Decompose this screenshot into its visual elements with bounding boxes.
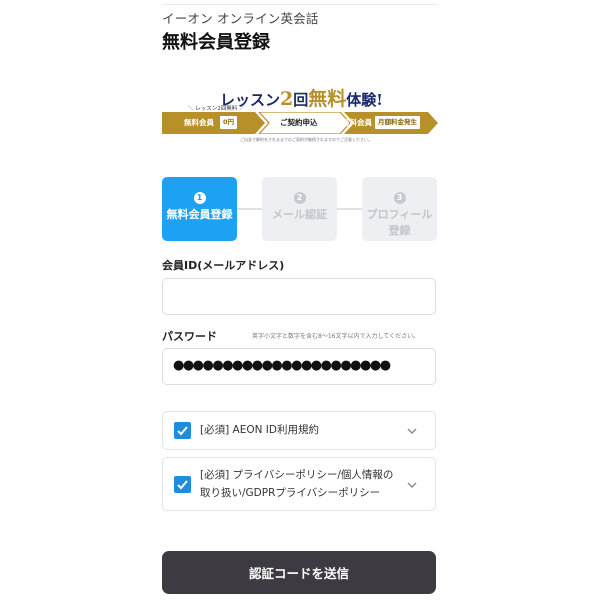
- password-input[interactable]: ●●●●●●●●●●●●●●●●●●●●●●: [162, 348, 436, 385]
- step-label: 無料会員登録: [166, 208, 233, 221]
- pricing-flow: 無料会員 0円 ご契約申込 有料会員 月額料金発生: [162, 112, 438, 134]
- flow-paid-member-fee: 月額料金発生: [375, 116, 420, 129]
- password-hint: 英字小文字と数字を含む8〜16文字以内で入力してください。: [252, 333, 420, 340]
- step-profile-registration: 3 プロフィール登録: [362, 177, 437, 241]
- registration-page: イーオン オンライン英会話 無料会員登録 レッスン2回無料体験! レッスン2回無…: [162, 0, 438, 600]
- step-free-registration: 1 無料会員登録: [162, 177, 237, 241]
- banner-note: ご自身で解約をされるまでのご契約が継続されますのでご注意ください。: [240, 137, 372, 142]
- aeon-terms-checkbox[interactable]: [174, 422, 191, 439]
- flow-free-member-price: 0円: [220, 116, 238, 129]
- step-label: プロフィール登録: [366, 208, 433, 237]
- check-icon: [177, 426, 188, 436]
- member-id-label: 会員ID(メールアドレス): [162, 259, 285, 272]
- privacy-policy-checkbox[interactable]: [174, 476, 191, 493]
- step-label: メール認証: [272, 208, 327, 221]
- agreement-privacy-policy[interactable]: [必須] プライバシーポリシー/個人情報の 取り扱い/GDPRプライバシーポリシ…: [162, 457, 436, 511]
- send-verification-code-button[interactable]: 認証コードを送信: [162, 551, 436, 594]
- privacy-policy-text-line2: 取り扱い/GDPRプライバシーポリシー: [200, 487, 381, 499]
- step-email-verification: 2 メール認証: [262, 177, 337, 241]
- registration-steps: 1 無料会員登録 2 メール認証 3 プロフィール登録: [162, 177, 438, 241]
- step-connector: [237, 208, 262, 210]
- flow-paid-member-label: 有料会員: [342, 118, 372, 127]
- password-masked-value: ●●●●●●●●●●●●●●●●●●●●●●: [173, 358, 391, 373]
- app-title: イーオン オンライン英会話: [162, 11, 319, 26]
- aeon-terms-text: [必須] AEON ID利用規約: [200, 424, 319, 436]
- agreement-aeon-terms[interactable]: [必須] AEON ID利用規約: [162, 411, 436, 450]
- step-number: 2: [293, 192, 306, 204]
- password-label: パスワード: [162, 330, 217, 343]
- flow-contract-label: ご契約申込: [280, 118, 318, 127]
- step-connector: [337, 208, 362, 210]
- member-id-input[interactable]: [162, 278, 436, 315]
- chevron-down-icon[interactable]: [407, 426, 417, 436]
- check-icon: [177, 480, 188, 490]
- promo-banner: レッスン2回無料体験! レッスン2回無料 無料会員 0円 ご契約申込 有料会員 …: [162, 82, 438, 144]
- top-divider: [162, 4, 438, 5]
- step-number: 1: [193, 192, 206, 204]
- flow-free-member-label: 無料会員: [184, 118, 214, 127]
- chevron-down-icon[interactable]: [407, 480, 417, 490]
- privacy-policy-text-line1: [必須] プライバシーポリシー/個人情報の: [200, 469, 394, 481]
- page-title: 無料会員登録: [162, 32, 270, 53]
- step-number: 3: [393, 192, 406, 204]
- banner-sub-caption: レッスン2回無料: [188, 104, 245, 112]
